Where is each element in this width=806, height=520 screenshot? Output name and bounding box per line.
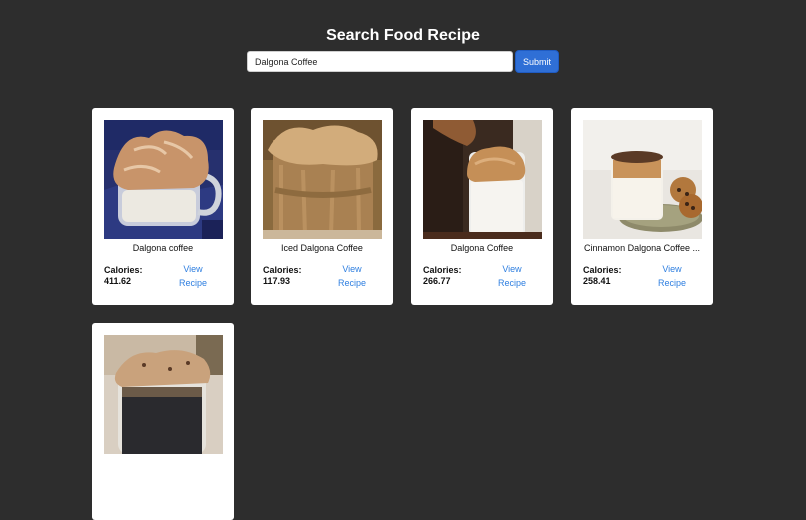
recipe-image[interactable] [263, 120, 382, 239]
recipe-image[interactable] [104, 120, 223, 239]
calories-label: Calories: [583, 265, 622, 275]
recipe-name: Dalgona coffee [132, 243, 194, 253]
recipe-image[interactable] [583, 120, 702, 239]
recipe-card[interactable]: Cinnamon Dalgona Coffee ... Calories: 25… [571, 108, 713, 305]
submit-button[interactable]: Submit [515, 50, 559, 73]
recipe-name: Iced Dalgona Coffee [281, 243, 363, 253]
calories-value: 411.62 [104, 276, 132, 286]
recipe-name: Dalgona Coffee [450, 243, 514, 253]
search-input[interactable] [247, 51, 513, 72]
calories-value: 266.77 [423, 276, 451, 286]
calories-value: 117.93 [263, 276, 291, 286]
recipe-card[interactable]: Dalgona Coffee Calories: 266.77 View Rec… [411, 108, 553, 305]
calories-label: Calories: [104, 265, 143, 275]
page-title: Search Food Recipe [326, 27, 480, 44]
recipe-name: Cinnamon Dalgona Coffee ... [584, 243, 700, 253]
recipe-card[interactable]: Iced Dalgona Coffee Calories: 117.93 Vie… [251, 108, 393, 305]
view-recipe-link[interactable]: View Recipe [653, 263, 691, 290]
view-recipe-link[interactable]: View Recipe [174, 263, 212, 290]
recipe-card[interactable]: Dalgona coffee Calories: 411.62 View Rec… [92, 108, 234, 305]
recipe-image[interactable] [423, 120, 542, 239]
recipe-card[interactable] [92, 323, 234, 520]
view-recipe-link[interactable]: View Recipe [493, 263, 531, 290]
recipe-image[interactable] [104, 335, 223, 454]
calories-label: Calories: [263, 265, 302, 275]
calories-label: Calories: [423, 265, 462, 275]
view-recipe-link[interactable]: View Recipe [333, 263, 371, 290]
calories-value: 258.41 [583, 276, 611, 286]
